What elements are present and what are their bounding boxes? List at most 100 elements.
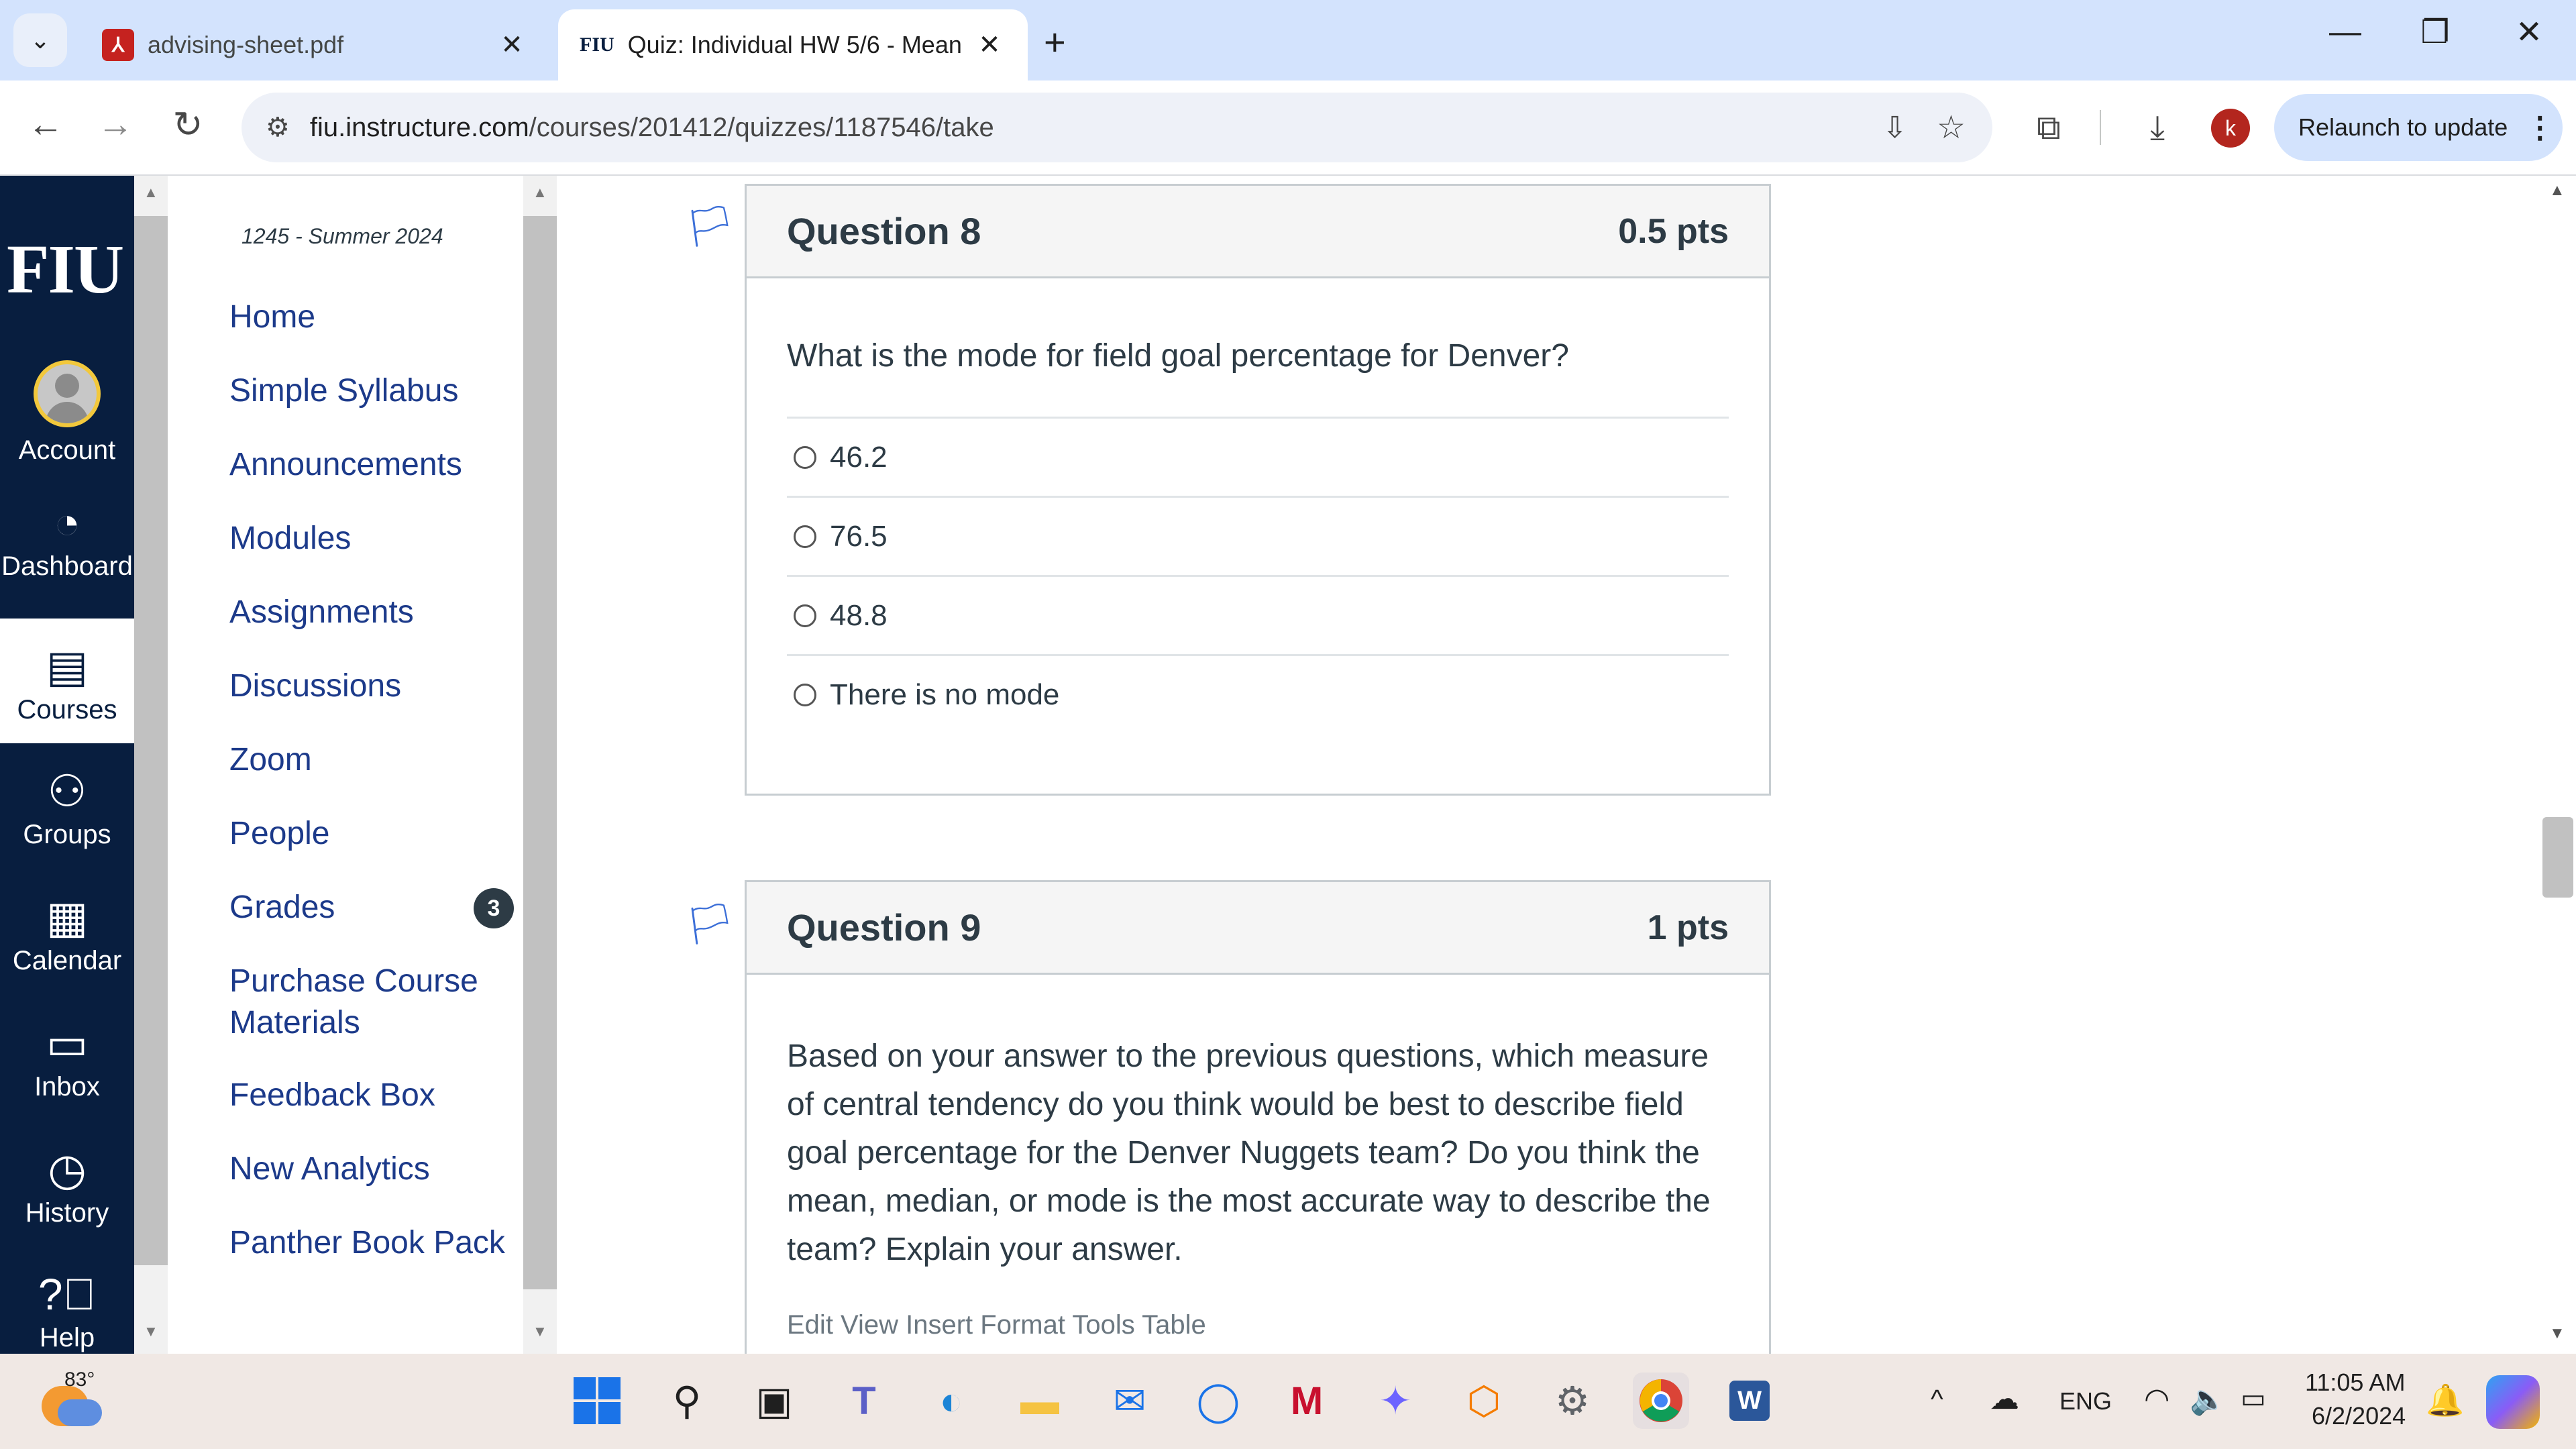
radio-button[interactable] [794,683,816,706]
fiu-logo[interactable]: FIU [7,229,124,309]
language-indicator[interactable]: ENG [2059,1387,2112,1415]
tab-search-button[interactable]: ⌄ [13,13,67,67]
global-nav-calendar[interactable]: ▦ Calendar [0,869,134,994]
scrollbar-thumb[interactable] [2542,817,2573,898]
chrome-icon[interactable] [1633,1373,1689,1429]
edge-icon[interactable]: ◐ [923,1373,979,1429]
search-icon[interactable]: ⚲ [659,1373,715,1429]
course-nav-scrollbar[interactable]: ▲ ▼ [523,176,557,1354]
course-nav-panther-book-pack[interactable]: Panther Book Pack [229,1222,518,1264]
course-nav-new-analytics[interactable]: New Analytics [229,1148,518,1190]
relaunch-label: Relaunch to update [2298,113,2508,141]
answer-option[interactable]: 76.5 [787,496,1729,575]
extensions-icon[interactable]: ⧉ [2022,101,2076,154]
copilot-icon[interactable] [2486,1375,2540,1429]
history-icon: ◷ [48,1144,87,1194]
global-nav-label: History [25,1197,109,1228]
file-explorer-icon[interactable]: ▬ [1012,1373,1068,1429]
scroll-down-icon[interactable]: ▼ [2549,1324,2565,1343]
quiz-content: 🏳 Question 8 0.5 pts What is the mode fo… [557,176,2522,1354]
radio-button[interactable] [794,525,816,548]
answer-label: There is no mode [830,678,1060,711]
address-bar[interactable]: ⚙ fiu.instructure.com/courses/201412/qui… [241,93,1992,162]
global-nav-label: Calendar [12,945,122,975]
course-nav-people[interactable]: People [229,813,518,855]
close-icon[interactable]: ✕ [495,30,529,60]
fiu-favicon-icon: FIU [580,34,614,56]
rich-editor-menubar[interactable]: Edit View Insert Format Tools Table [747,1274,1769,1349]
word-icon[interactable]: W [1721,1373,1778,1429]
profile-avatar[interactable]: k [2211,109,2250,148]
flag-question-icon[interactable]: 🏳 [684,900,735,948]
answer-option[interactable]: 46.2 [787,417,1729,496]
more-menu-icon[interactable]: ⋮ [2525,111,2555,145]
url-text: fiu.instructure.com/courses/201412/quizz… [309,112,994,142]
flag-question-icon[interactable]: 🏳 [684,203,735,250]
global-nav-groups[interactable]: ⚇ Groups [0,743,134,868]
course-nav-announcements[interactable]: Announcements [229,444,518,486]
global-nav-scrollbar[interactable]: ▲ ▼ [134,176,168,1354]
global-nav-dashboard[interactable]: ◔ Dashboard [0,475,134,600]
restore-icon[interactable]: ❐ [2402,13,2469,51]
global-nav-label: Inbox [34,1071,100,1102]
course-nav-feedback-box[interactable]: Feedback Box [229,1075,518,1116]
mail-icon[interactable]: ✉ [1102,1373,1158,1429]
weather-cloud-icon [58,1399,102,1426]
scroll-up-icon[interactable]: ▲ [144,184,158,201]
course-nav-zoom[interactable]: Zoom [229,739,518,781]
course-nav-discussions[interactable]: Discussions [229,665,518,707]
teams-icon[interactable]: T [836,1373,892,1429]
copilot-app-icon[interactable]: ✦ [1367,1373,1424,1429]
onedrive-icon[interactable]: ☁ [1990,1382,2019,1416]
forward-icon[interactable]: → [89,103,142,145]
weather-widget[interactable]: 83° [35,1366,109,1440]
global-nav-history[interactable]: ◷ History [0,1122,134,1246]
page-scrollbar[interactable]: ▲ ▼ [2540,176,2576,1354]
course-nav-modules[interactable]: Modules [229,518,518,559]
relaunch-to-update-button[interactable]: Relaunch to update ⋮ [2274,94,2563,161]
scrollbar-thumb[interactable] [523,216,557,1289]
task-view-icon[interactable]: ▣ [746,1373,802,1429]
clock-time[interactable]: 11:05 AM [2305,1368,2405,1397]
downloads-icon[interactable]: ⤓ [2131,101,2184,154]
answer-option[interactable]: There is no mode [787,654,1729,733]
tab-advising-sheet[interactable]: ⅄ advising-sheet.pdf ✕ [80,9,550,80]
clock-date[interactable]: 6/2/2024 [2312,1402,2406,1430]
answer-option[interactable]: 48.8 [787,575,1729,654]
wifi-icon[interactable]: ◠ [2144,1382,2169,1416]
new-tab-button[interactable]: + [1044,20,1066,64]
shield-icon[interactable]: ⬡ [1456,1373,1512,1429]
radio-button[interactable] [794,604,816,627]
site-settings-icon[interactable]: ⚙ [266,112,290,143]
notification-bell-icon[interactable]: 🔔 [2426,1382,2464,1419]
install-app-icon[interactable]: ⇩ [1882,111,1907,145]
reload-icon[interactable]: ↻ [161,103,215,146]
scrollbar-thumb[interactable] [134,216,168,1265]
global-nav-account[interactable]: Account [0,350,134,475]
tab-quiz[interactable]: FIU Quiz: Individual HW 5/6 - Mean ✕ [558,9,1028,80]
settings-gear-icon[interactable]: ⚙ [1544,1373,1601,1429]
course-nav-assignments[interactable]: Assignments [229,592,518,633]
global-nav-inbox[interactable]: ▭ Inbox [0,996,134,1120]
mcafee-icon[interactable]: M [1279,1373,1335,1429]
course-nav-purchase-materials[interactable]: Purchase Course Materials [229,961,518,1044]
bookmark-star-icon[interactable]: ☆ [1937,109,1966,146]
global-nav-help[interactable]: ?⃝ Help [0,1246,134,1354]
global-nav-courses[interactable]: ▤ Courses [0,619,134,743]
minimize-icon[interactable]: — [2312,13,2379,50]
back-icon[interactable]: ← [19,103,72,145]
scroll-down-icon[interactable]: ▼ [533,1323,547,1340]
close-window-icon[interactable]: ✕ [2496,13,2563,51]
outlook-icon[interactable]: ◯ [1190,1373,1246,1429]
course-nav-syllabus[interactable]: Simple Syllabus [229,370,518,412]
show-hidden-icons-chevron-icon[interactable]: ^ [1931,1385,1943,1415]
scroll-up-icon[interactable]: ▲ [2549,181,2565,200]
windows-start-icon[interactable] [569,1373,625,1429]
battery-icon[interactable]: ▭ [2241,1383,2266,1414]
course-nav-home[interactable]: Home [229,297,518,338]
volume-icon[interactable]: 🔈 [2190,1382,2226,1417]
scroll-up-icon[interactable]: ▲ [533,184,547,201]
close-icon[interactable]: ✕ [973,30,1006,60]
radio-button[interactable] [794,445,816,469]
scroll-down-icon[interactable]: ▼ [144,1323,158,1340]
